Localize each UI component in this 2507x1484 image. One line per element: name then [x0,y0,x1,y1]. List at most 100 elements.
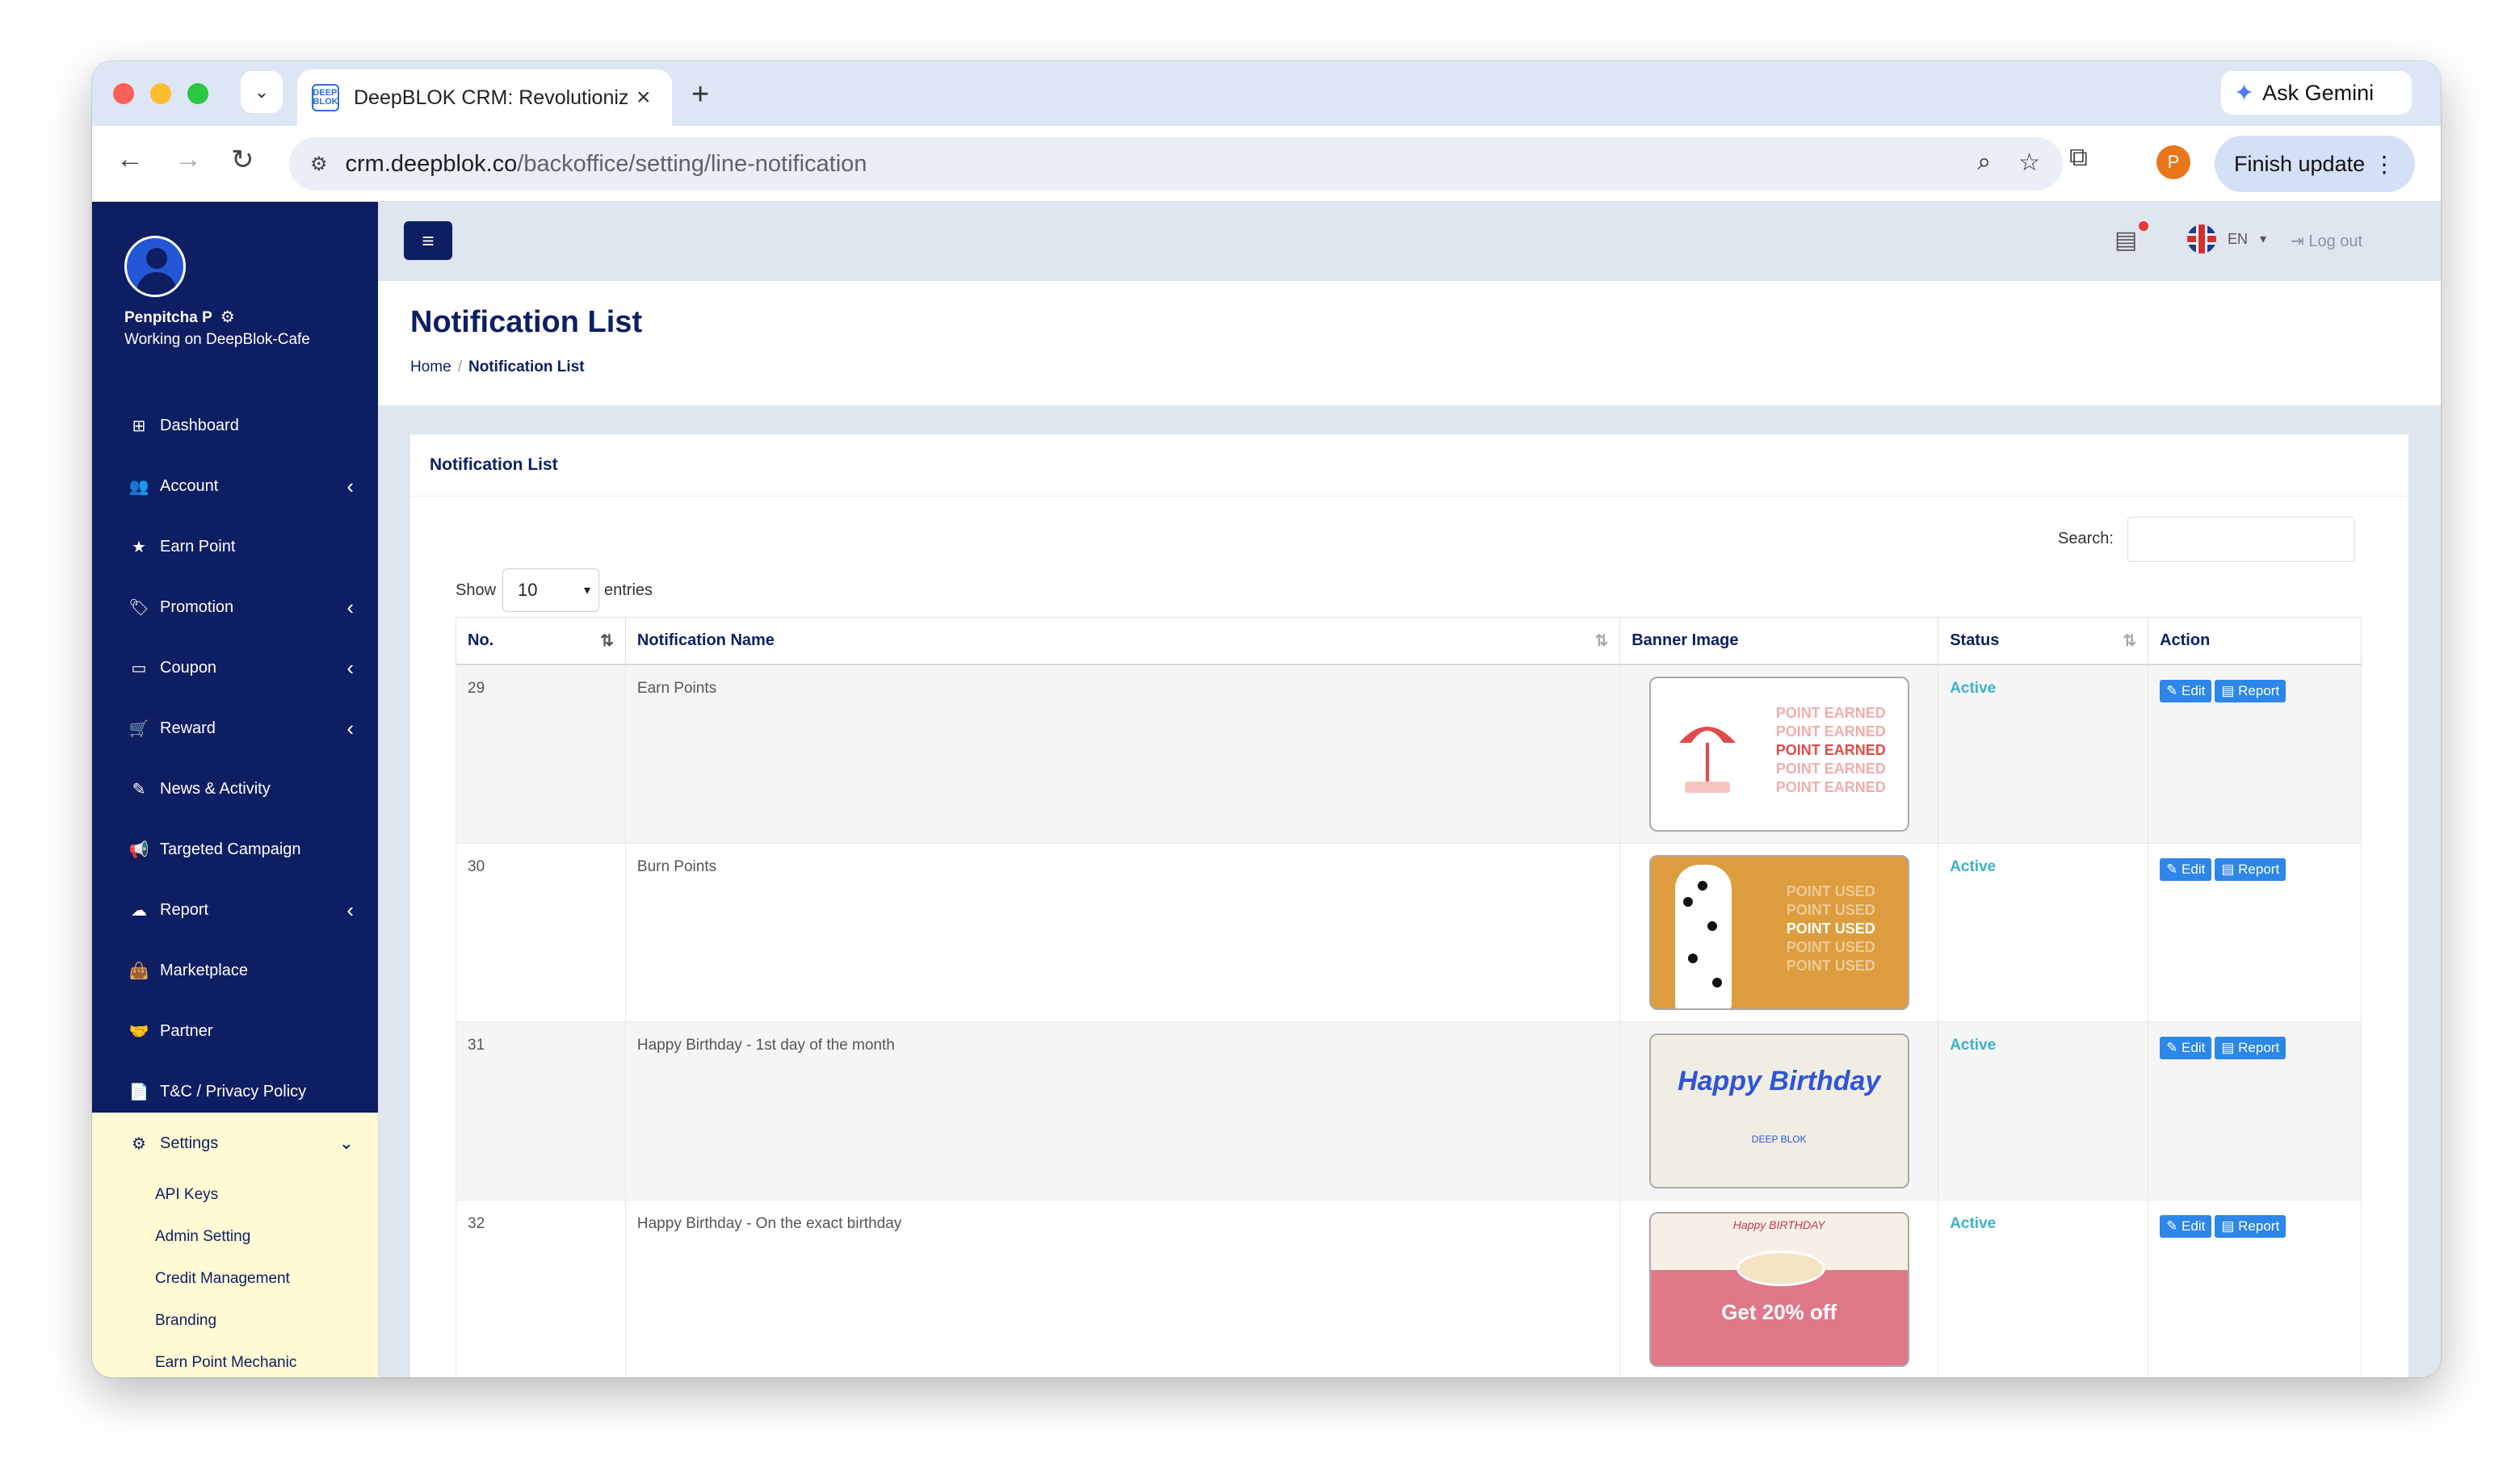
sidebar-item[interactable]: 📢 Targeted Campaign [92,820,378,880]
edit-icon: ✎ [2166,861,2182,877]
banner-text-line: POINT EARNED [1775,760,1886,777]
forward-icon[interactable]: → [174,144,202,175]
report-button[interactable]: ▤ Report [2215,1214,2287,1238]
sidebar-item-settings[interactable]: ⚙ Settings ⌄ [92,1113,378,1174]
zoom-icon[interactable]: ⌕ [1977,149,1991,177]
table-row: 32 Happy Birthday - On the exact birthday… [456,1199,2362,1377]
bookmark-star-icon[interactable]: ☆ [2018,149,2040,177]
close-window-button[interactable] [113,83,134,104]
sidebar-item[interactable]: ⊞ Dashboard [92,396,378,456]
minimize-window-button[interactable] [150,83,171,104]
sidebar-item-label: Reward [160,719,216,737]
profile-avatar[interactable]: P [2156,145,2190,179]
page-title: Notification List [410,305,643,339]
tab-close-icon[interactable]: × [636,84,651,111]
banner-text-line: POINT USED [1786,938,1875,955]
settings-sub-item[interactable]: Earn Point Mechanic [92,1342,378,1377]
banner-text: POINT EARNED POINT EARNED POINT EARNED POIN… [1770,704,1892,797]
edit-icon: ✎ [2166,1218,2182,1234]
site-settings-icon[interactable]: ⚙ [310,153,328,176]
cell-banner: POINT EARNED POINT EARNED POINT EARNED POIN… [1619,664,1939,844]
sidebar-item[interactable]: 👜 Marketplace [92,941,378,1001]
settings-sub-item[interactable]: Branding [92,1300,378,1342]
th-notification-name[interactable]: Notification Name ⇅ [624,617,1621,665]
sidebar-item-label: Marketplace [160,962,248,979]
uk-flag-icon[interactable] [2187,224,2216,254]
news-icon[interactable]: ▤ [2114,226,2137,254]
sidebar-item-label: Promotion [160,598,234,616]
gear-icon[interactable]: ⚙ [220,308,235,326]
settings-section: ⚙ Settings ⌄ API Keys Admin Setting Credit… [92,1113,378,1377]
coupon-icon: ▭ [131,660,147,677]
chevron-down-icon: ⌄ [338,1133,354,1153]
url-path: /backoffice/setting/line-notification [517,150,867,177]
url-host: crm.deepblok.co [345,150,518,177]
report-button[interactable]: ▤ Report [2215,1036,2287,1059]
sidebar-item[interactable]: 🤝 Partner [92,1001,378,1062]
notification-dot [2139,221,2148,231]
maximize-window-button[interactable] [187,83,208,104]
tab-title: DeepBLOK CRM: Revolutioniz [354,86,628,109]
sidebar-item[interactable]: ▭ Coupon ‹ [92,638,378,698]
notification-card: Notification List Search: Show 10 ▾ entri… [410,434,2408,1377]
cell-no: 29 [456,664,626,844]
tab-search-button[interactable]: ⌄ [241,71,283,113]
banner-text: POINT USED POINT USED POINT USED POINT USED… [1770,882,1892,975]
sort-icon: ⇅ [2123,632,2137,650]
sidebar-item[interactable]: ★ Earn Point [92,517,378,577]
entries-select[interactable]: 10 ▾ [502,568,599,612]
report-button[interactable]: ▤ Report [2215,857,2287,881]
sidebar-item-label: T&C / Privacy Policy [160,1083,307,1100]
bag-icon: 👜 [128,962,149,980]
banner-title: Happy BIRTHDAY [1732,1218,1825,1231]
search-input[interactable] [2127,517,2355,562]
th-no[interactable]: No. ⇅ [456,617,626,665]
breadcrumb-home[interactable]: Home [410,358,451,375]
user-avatar[interactable] [124,236,186,297]
edit-button[interactable]: ✎ Edit [2160,1036,2212,1059]
edit-button[interactable]: ✎ Edit [2160,857,2212,881]
th-banner-image: Banner Image [1619,617,1939,665]
sidebar-item-label: Coupon [160,659,217,677]
edit-button[interactable]: ✎ Edit [2160,1214,2212,1238]
report-button[interactable]: ▤ Report [2215,679,2287,702]
finish-update-button[interactable]: Finish update ⋮ [2215,136,2415,192]
menu-toggle-button[interactable]: ≡ [404,221,452,260]
sidebar-item[interactable]: ✎ News & Activity [92,759,378,820]
edit-label: Edit [2182,861,2206,877]
caret-down-icon[interactable]: ▾ [2260,231,2266,247]
extensions-icon[interactable]: ⧉ [2069,142,2088,173]
cell-status: Active [1938,842,2149,1022]
gemini-icon: ✦ [2234,79,2255,107]
sidebar: Penpitcha P ⚙ Working on DeepBlok-Cafe ⊞ D… [92,202,378,1377]
sidebar-item-label: Earn Point [160,538,236,555]
edit-button[interactable]: ✎ Edit [2160,679,2212,702]
ask-gemini-button[interactable]: ✦ Ask Gemini [2221,71,2412,115]
sidebar-item[interactable]: 🏷 Promotion ‹ [92,577,378,638]
header-label: No. [468,631,494,649]
sidebar-item[interactable]: 🛒 Reward ‹ [92,698,378,759]
tab-strip: ⌄ DEEP BLOK DeepBLOK CRM: Revolutioniz ×… [92,61,2441,126]
banner-text-line: POINT EARNED [1775,704,1886,721]
reload-icon[interactable]: ↻ [231,144,254,176]
language-label[interactable]: EN [2228,231,2248,248]
logout-label: Log out [2308,233,2363,250]
star-icon: ★ [132,539,146,556]
sidebar-item[interactable]: 👥 Account ‹ [92,456,378,517]
sidebar-item-label: Report [160,901,209,919]
banner-text-line: POINT USED [1786,901,1875,918]
address-bar[interactable]: ⚙ crm.deepblok.co/backoffice/setting/lin… [289,137,2063,191]
status-badge: Active [1950,857,1997,875]
new-tab-button[interactable]: + [691,78,709,112]
notification-table: No. ⇅ Notification Name ⇅ Banner Image Sta… [456,617,2362,1377]
settings-sub-item[interactable]: Admin Setting [92,1216,378,1258]
th-status[interactable]: Status ⇅ [1938,617,2149,665]
sidebar-item[interactable]: ☁ Report ‹ [92,880,378,941]
table-row: 30 Burn Points POINT USED POINT USED POINT … [456,842,2362,1022]
logout-link[interactable]: ⇥ Log out [2291,231,2362,251]
settings-sub-item[interactable]: Credit Management [92,1258,378,1300]
edit-label: Edit [2182,1218,2206,1234]
back-icon[interactable]: ← [116,144,144,175]
browser-tab[interactable]: DEEP BLOK DeepBLOK CRM: Revolutioniz × [297,69,672,126]
settings-sub-item[interactable]: API Keys [92,1174,378,1216]
